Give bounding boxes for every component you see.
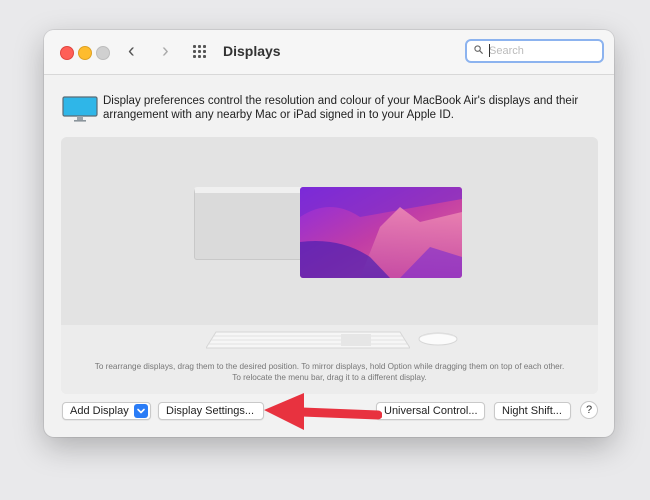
search-field[interactable] xyxy=(465,39,604,63)
zoom-button[interactable] xyxy=(96,46,110,60)
universal-control-button[interactable]: Universal Control... xyxy=(376,402,485,420)
title-bar: ‹ › Displays xyxy=(44,30,614,75)
display-icon xyxy=(62,96,98,122)
system-preferences-window: ‹ › Displays Display preferences control… xyxy=(44,30,614,437)
minimize-button[interactable] xyxy=(78,46,92,60)
night-shift-button[interactable]: Night Shift... xyxy=(494,402,571,420)
mouse-icon xyxy=(418,332,458,346)
add-display-label: Add Display xyxy=(70,405,129,417)
built-in-display-thumbnail[interactable] xyxy=(194,187,316,260)
arrangement-footer: To rearrange displays, drag them to the … xyxy=(61,325,598,394)
display-settings-button[interactable]: Display Settings... xyxy=(158,402,264,420)
help-button[interactable]: ? xyxy=(580,401,598,419)
arrangement-hint: To rearrange displays, drag them to the … xyxy=(94,362,565,382)
red-arrow-icon xyxy=(264,393,382,430)
window-title: Displays xyxy=(223,43,281,59)
arrangement-stage xyxy=(61,137,598,325)
keyboard-icon xyxy=(206,331,410,349)
search-icon xyxy=(474,45,483,54)
chevron-left-icon[interactable]: ‹ xyxy=(128,40,135,62)
close-button[interactable] xyxy=(60,46,74,60)
chevron-down-icon[interactable] xyxy=(134,404,148,418)
display-arrangement-area[interactable]: To rearrange displays, drag them to the … xyxy=(61,137,598,394)
add-display-button[interactable]: Add Display xyxy=(62,402,151,420)
external-display-thumbnail[interactable] xyxy=(300,187,462,278)
text-caret xyxy=(489,44,490,57)
chevron-right-icon[interactable]: › xyxy=(162,40,169,62)
info-description: Display preferences control the resoluti… xyxy=(103,95,579,121)
search-input[interactable] xyxy=(489,44,599,58)
grid-icon[interactable] xyxy=(193,45,209,59)
